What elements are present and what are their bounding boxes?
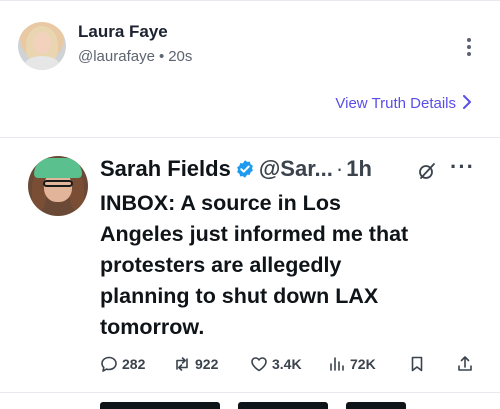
- author-handle[interactable]: @laurafaye: [78, 48, 155, 65]
- tweet-author-handle[interactable]: @Sar...: [259, 156, 333, 181]
- reply-button[interactable]: 282: [100, 355, 145, 373]
- share-icon: [458, 356, 472, 371]
- tweet-action-bar: 282 922 3.4K 72K: [100, 355, 480, 379]
- more-icon[interactable]: ···: [450, 154, 475, 180]
- like-count: 3.4K: [272, 356, 302, 372]
- view-details-label: View Truth Details: [335, 95, 456, 112]
- tweet-text: INBOX: A source in Los Angeles just info…: [100, 188, 480, 343]
- bookmark-button[interactable]: [408, 355, 430, 373]
- tweet-header: Sarah Fields @Sar... · 1h ···: [100, 154, 478, 186]
- avatar-body: [24, 56, 60, 70]
- tweet-text-line: INBOX: A source in Los: [100, 191, 341, 215]
- share-button[interactable]: [456, 355, 478, 373]
- verified-badge-icon: [237, 160, 253, 178]
- like-button[interactable]: 3.4K: [250, 355, 302, 373]
- view-truth-details-link[interactable]: View Truth Details: [335, 95, 472, 112]
- truth-post-screen: Laura Faye @laurafaye • 20s View Truth Det…: [0, 0, 500, 409]
- tweet-text-line: Angeles just informed me that: [100, 222, 409, 246]
- heart-icon: [251, 357, 267, 372]
- grok-icon[interactable]: [418, 162, 436, 180]
- repost-count: 922: [195, 356, 219, 372]
- tweet-time[interactable]: 1h: [346, 156, 372, 181]
- analytics-icon: [330, 357, 344, 371]
- bottom-divider: [0, 392, 500, 393]
- tweet-text-line: tomorrow.: [100, 315, 205, 339]
- author-meta: @laurafaye • 20s: [78, 48, 192, 65]
- embedded-tweet[interactable]: Sarah Fields @Sar... · 1h ··· INBOX: A sour…: [28, 150, 478, 390]
- truth-post-header: Laura Faye @laurafaye • 20s: [18, 20, 482, 74]
- tweet-author-name[interactable]: Sarah Fields: [100, 156, 231, 181]
- repost-button[interactable]: 922: [173, 355, 218, 373]
- bookmark-icon: [411, 356, 423, 372]
- tweet-text-line: protesters are allegedly: [100, 253, 342, 277]
- views-button[interactable]: 72K: [328, 355, 376, 373]
- author-name[interactable]: Laura Faye: [78, 22, 168, 42]
- post-time: 20s: [168, 48, 193, 65]
- repost-icon: [176, 357, 188, 371]
- chevron-right-icon: [463, 95, 471, 109]
- tweet-author-avatar[interactable]: [28, 156, 88, 216]
- views-count: 72K: [350, 356, 376, 372]
- top-divider: [0, 0, 500, 1]
- next-post-peek: [28, 400, 468, 409]
- meta-separator: •: [158, 48, 165, 65]
- avatar-face: [33, 32, 51, 54]
- tweet-text-line: planning to shut down LAX: [100, 284, 379, 308]
- reply-icon: [101, 356, 117, 372]
- more-options-icon[interactable]: [466, 38, 472, 60]
- reply-count: 282: [122, 356, 146, 372]
- embed-divider: [0, 137, 500, 138]
- tweet-meta-separator: ·: [335, 156, 344, 181]
- author-avatar[interactable]: [18, 22, 66, 70]
